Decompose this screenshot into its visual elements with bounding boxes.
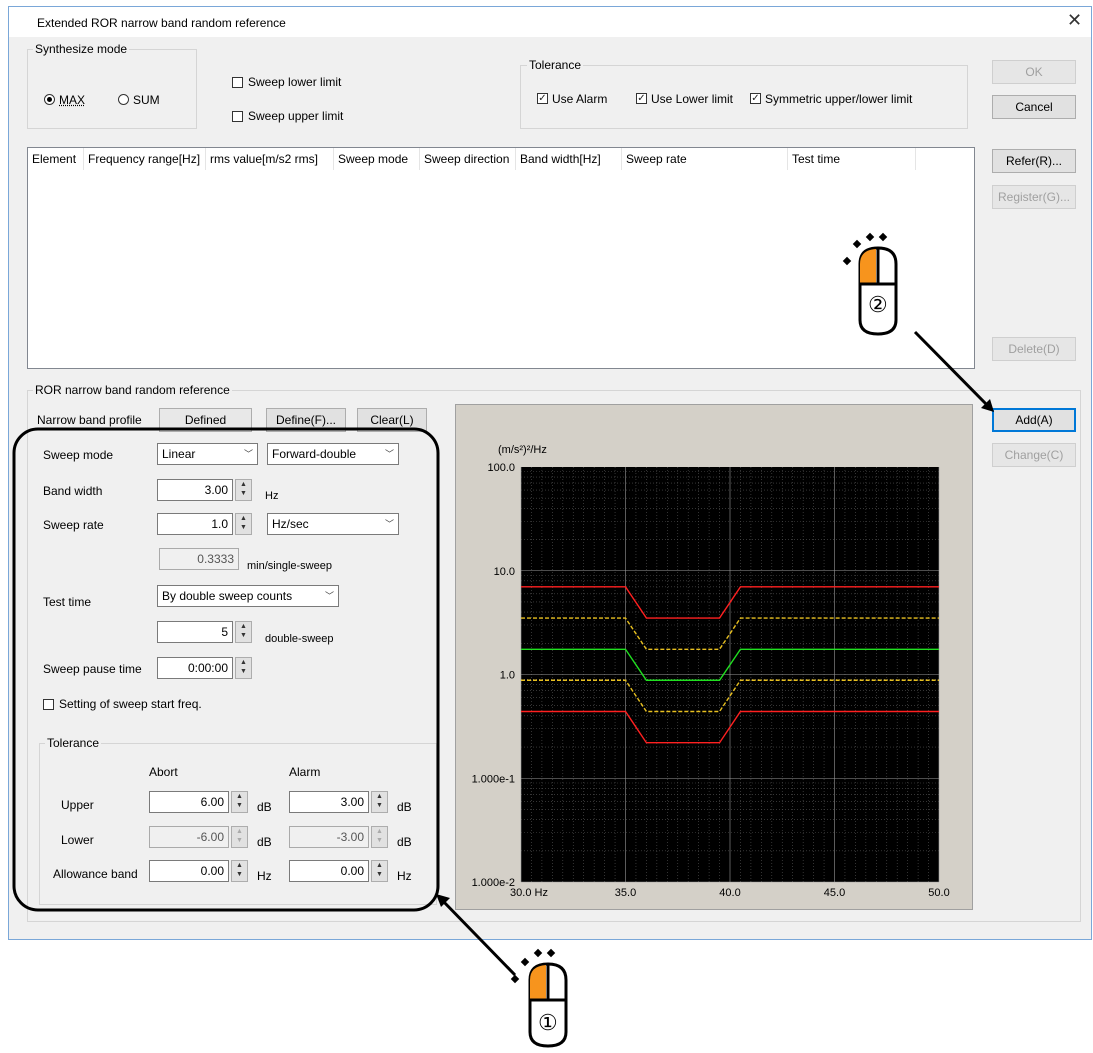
mouse-click-icon-1: ① bbox=[508, 940, 588, 1050]
mouse-click-icon-2: ② bbox=[838, 228, 918, 338]
callout-number-2: ② bbox=[868, 292, 888, 317]
mouse-icon bbox=[842, 232, 898, 336]
callout-number-1: ① bbox=[538, 1010, 558, 1035]
callout-overlay bbox=[12, 330, 994, 977]
callout-arrow-1 bbox=[439, 897, 517, 977]
callout-arrow-2 bbox=[913, 330, 992, 410]
callout-highlight-box bbox=[12, 427, 440, 912]
